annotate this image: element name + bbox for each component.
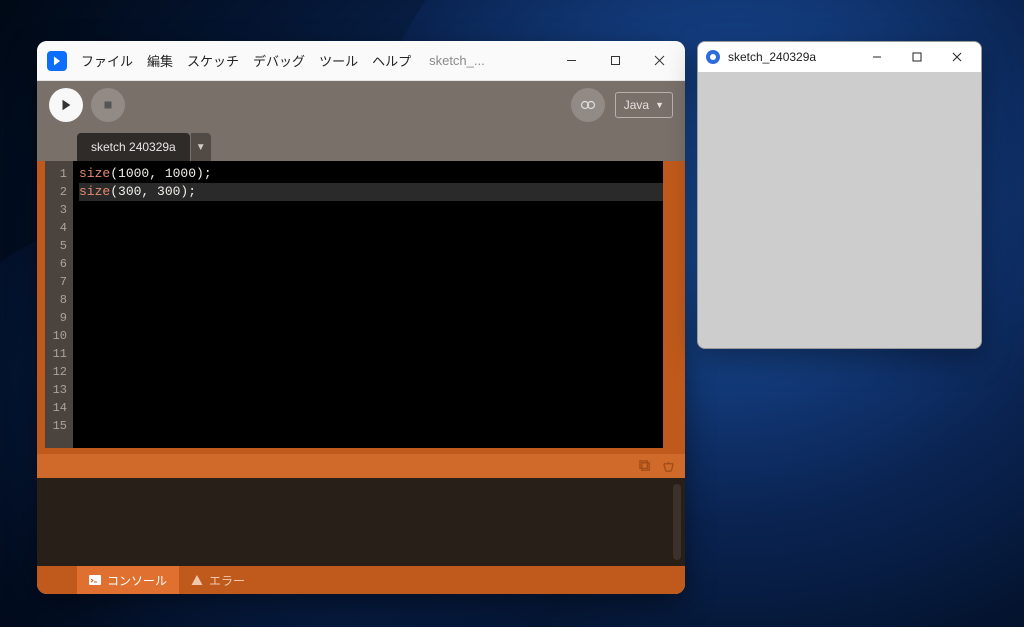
clear-icon[interactable] bbox=[662, 460, 675, 473]
processing-ide-window: ファイル 編集 スケッチ デバッグ ツール ヘルプ sketch_... bbox=[37, 41, 685, 594]
editor-area: 123456789101112131415 size(1000, 1000);s… bbox=[37, 161, 685, 454]
maximize-button[interactable] bbox=[593, 41, 637, 81]
code-line[interactable]: size(1000, 1000); bbox=[79, 165, 671, 183]
ide-menubar: ファイル 編集 スケッチ デバッグ ツール ヘルプ bbox=[81, 51, 411, 70]
console-tab-label: コンソール bbox=[107, 572, 167, 589]
output-titlebar[interactable]: sketch_240329a bbox=[698, 42, 981, 72]
line-number-gutter: 123456789101112131415 bbox=[45, 161, 73, 448]
mode-label: Java bbox=[624, 98, 649, 112]
sketch-tab-label: sketch 240329a bbox=[91, 140, 176, 154]
stop-button[interactable] bbox=[91, 88, 125, 122]
menu-file[interactable]: ファイル bbox=[81, 51, 133, 70]
ide-footer: コンソール エラー bbox=[37, 566, 685, 594]
close-button[interactable] bbox=[637, 41, 681, 81]
console-divider[interactable] bbox=[37, 454, 685, 478]
debugger-button[interactable] bbox=[571, 88, 605, 122]
menu-help[interactable]: ヘルプ bbox=[372, 51, 411, 70]
sketch-tab[interactable]: sketch 240329a bbox=[77, 133, 190, 161]
chevron-down-icon: ▼ bbox=[655, 100, 664, 110]
code-line[interactable]: size(300, 300); bbox=[79, 183, 671, 201]
sketch-canvas[interactable] bbox=[698, 72, 981, 348]
sketch-window-icon bbox=[706, 50, 720, 64]
output-minimize-button[interactable] bbox=[857, 42, 897, 72]
menu-sketch[interactable]: スケッチ bbox=[187, 51, 239, 70]
editor-scrollbar[interactable] bbox=[663, 161, 677, 448]
errors-tab[interactable]: エラー bbox=[179, 566, 257, 594]
console-output[interactable] bbox=[37, 478, 685, 566]
menu-tools[interactable]: ツール bbox=[319, 51, 358, 70]
console-tab[interactable]: コンソール bbox=[77, 566, 179, 594]
ide-tabbar: sketch 240329a ▼ bbox=[37, 129, 685, 161]
code-editor[interactable]: size(1000, 1000);size(300, 300); bbox=[73, 161, 677, 448]
sketch-output-window: sketch_240329a bbox=[697, 41, 982, 349]
minimize-button[interactable] bbox=[549, 41, 593, 81]
run-button[interactable] bbox=[49, 88, 83, 122]
ide-toolbar: Java ▼ bbox=[37, 81, 685, 129]
copy-icon[interactable] bbox=[639, 460, 652, 473]
ide-titlebar[interactable]: ファイル 編集 スケッチ デバッグ ツール ヘルプ sketch_... bbox=[37, 41, 685, 81]
menu-edit[interactable]: 編集 bbox=[147, 51, 173, 70]
output-close-button[interactable] bbox=[937, 42, 977, 72]
titlebar-sketch-name: sketch_... bbox=[429, 53, 485, 68]
errors-tab-label: エラー bbox=[209, 572, 245, 589]
tab-dropdown-button[interactable]: ▼ bbox=[191, 133, 211, 161]
mode-selector[interactable]: Java ▼ bbox=[615, 92, 673, 118]
menu-debug[interactable]: デバッグ bbox=[253, 51, 305, 70]
output-maximize-button[interactable] bbox=[897, 42, 937, 72]
processing-logo-icon bbox=[47, 51, 67, 71]
output-window-title: sketch_240329a bbox=[728, 50, 816, 64]
